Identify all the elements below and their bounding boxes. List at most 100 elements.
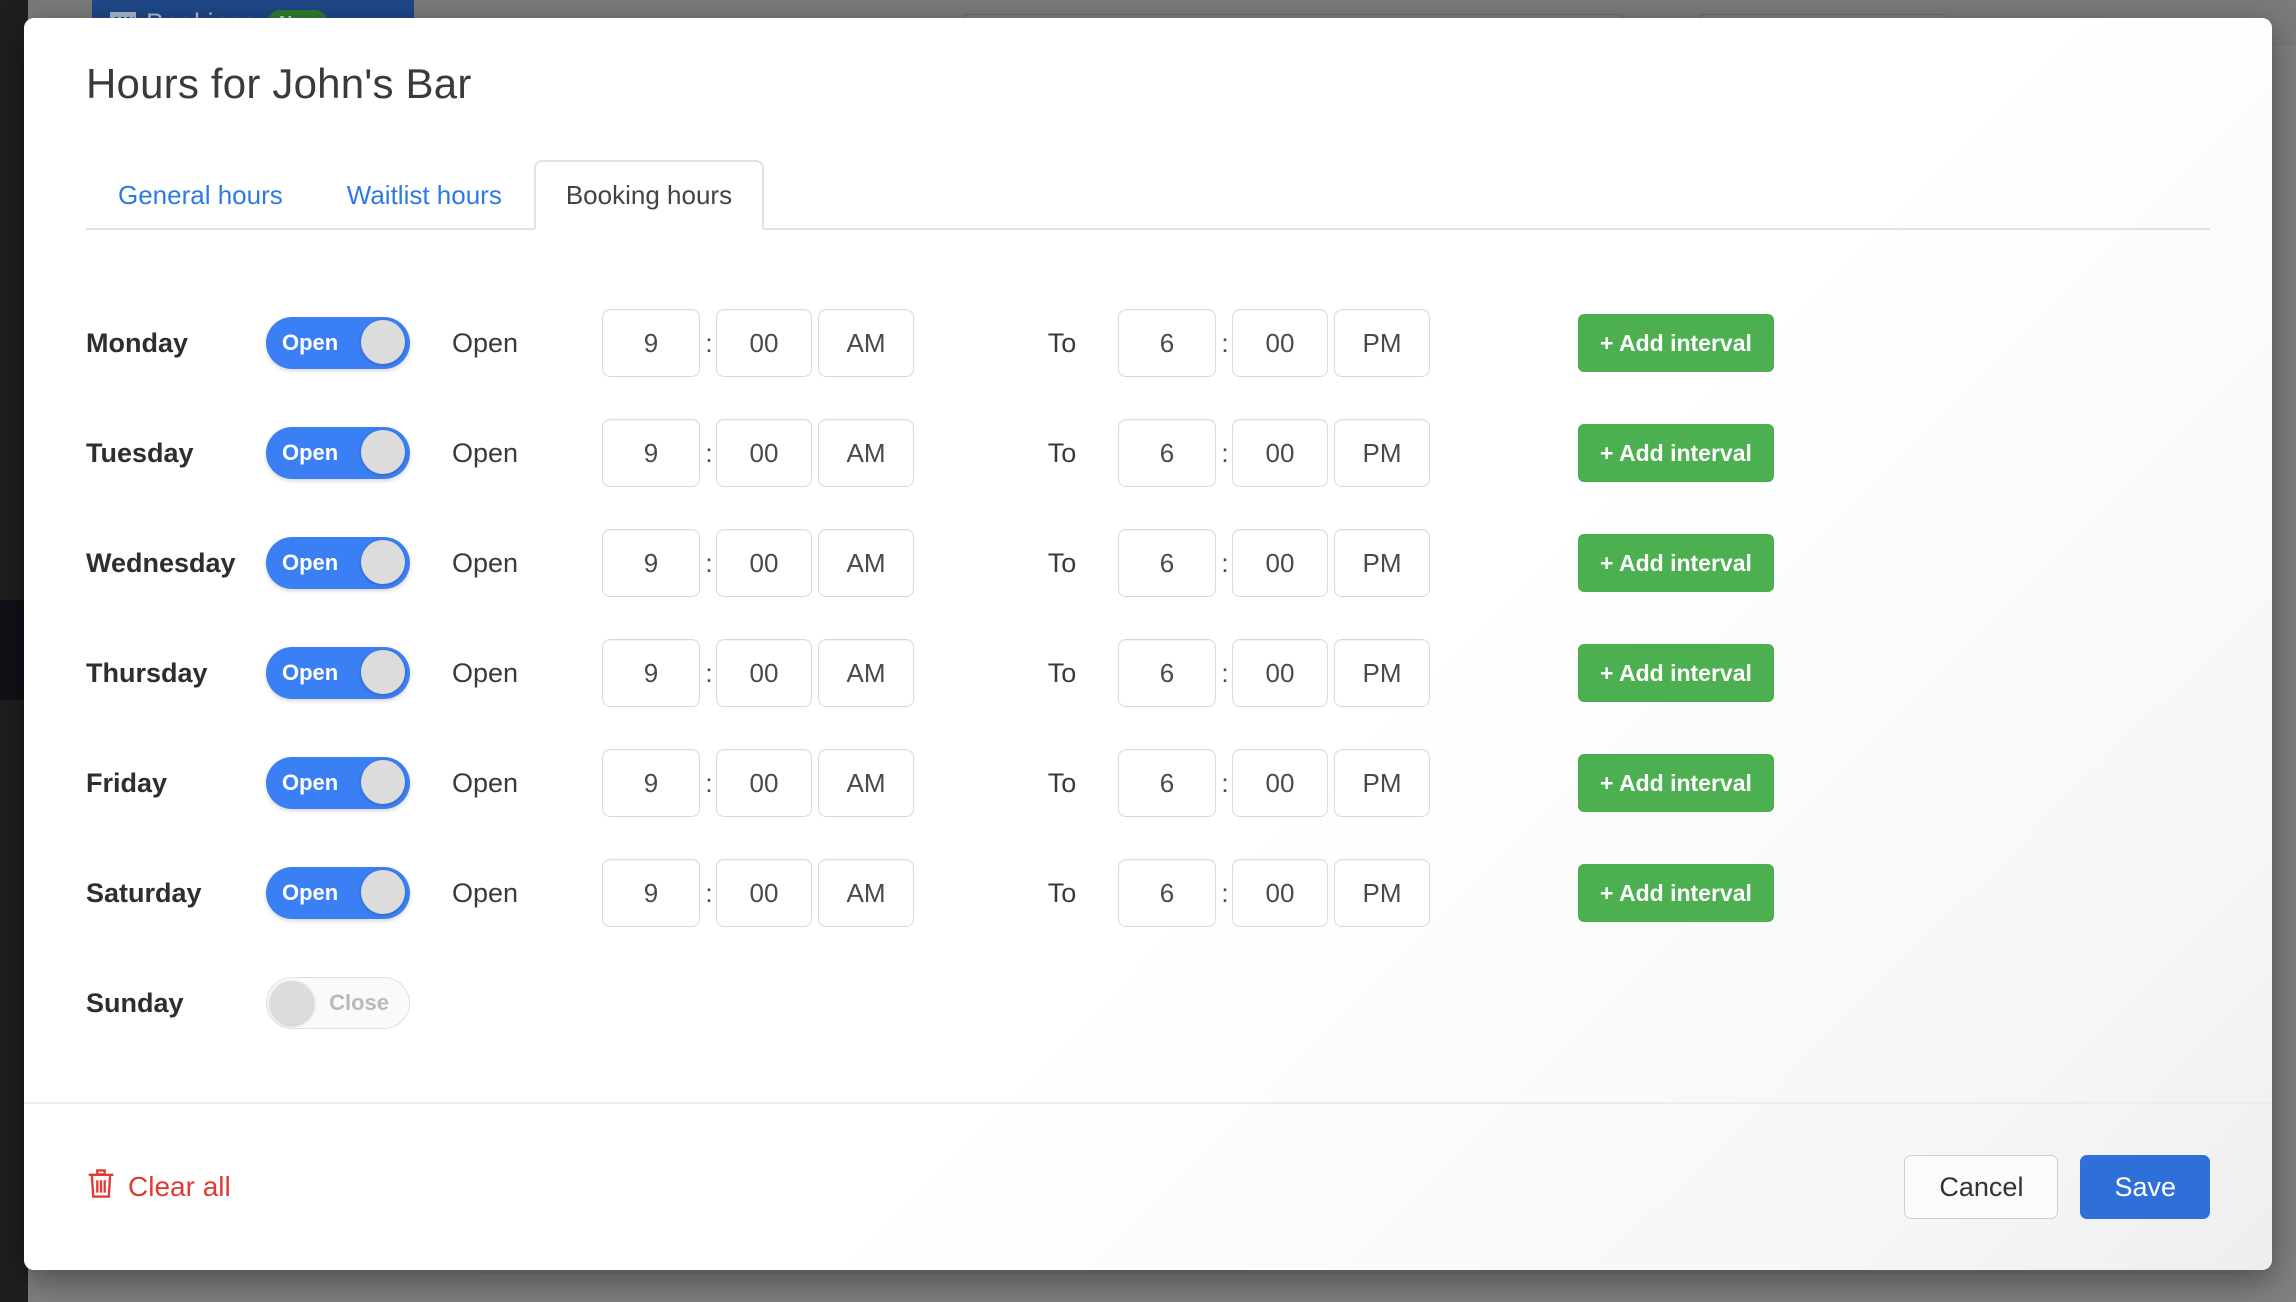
- open-meridiem-input[interactable]: AM: [818, 309, 914, 377]
- trash-icon: [86, 1168, 116, 1207]
- open-toggle-saturday[interactable]: Open: [266, 867, 410, 919]
- time-colon-separator: :: [705, 437, 713, 468]
- open-minute-input[interactable]: 00: [716, 309, 812, 377]
- add-interval-button[interactable]: + Add interval: [1578, 644, 1774, 702]
- open-hour-input[interactable]: 9: [602, 749, 700, 817]
- close-hour-input[interactable]: 6: [1118, 309, 1216, 377]
- hours-modal: Hours for John's Bar General hours Waitl…: [24, 18, 2272, 1270]
- add-interval-button[interactable]: + Add interval: [1578, 424, 1774, 482]
- add-interval-button[interactable]: + Add interval: [1578, 534, 1774, 592]
- open-toggle-sunday[interactable]: Close: [266, 977, 410, 1029]
- to-column-label: To: [1047, 657, 1077, 688]
- add-interval-button[interactable]: + Add interval: [1578, 314, 1774, 372]
- open-minute-input[interactable]: 00: [716, 639, 812, 707]
- toggle-state-label: Open: [282, 330, 339, 355]
- toggle-knob: [361, 320, 405, 364]
- open-column-label: Open: [452, 657, 519, 688]
- open-toggle-friday[interactable]: Open: [266, 757, 410, 809]
- close-hour-input[interactable]: 6: [1118, 859, 1216, 927]
- open-minute-input[interactable]: 00: [716, 529, 812, 597]
- close-meridiem-input[interactable]: PM: [1334, 529, 1430, 597]
- close-hour-input[interactable]: 6: [1118, 529, 1216, 597]
- day-row: Saturday Open Open 9:00 AM To 6:00 PM + Add inte…: [86, 838, 2210, 948]
- time-colon-separator: :: [705, 657, 713, 688]
- to-column-label: To: [1047, 877, 1077, 908]
- close-meridiem-input[interactable]: PM: [1334, 309, 1430, 377]
- hours-rows-container: Monday Open Open 9:00 AM To 6:00 PM + Add interv…: [24, 230, 2272, 1102]
- time-colon-separator: :: [705, 877, 713, 908]
- open-meridiem-input[interactable]: AM: [818, 749, 914, 817]
- open-column-label: Open: [452, 437, 519, 468]
- open-meridiem-input[interactable]: AM: [818, 529, 914, 597]
- toggle-state-label: Open: [282, 880, 339, 905]
- modal-header: Hours for John's Bar: [24, 18, 2272, 108]
- add-interval-button[interactable]: + Add interval: [1578, 864, 1774, 922]
- close-meridiem-input[interactable]: PM: [1334, 419, 1430, 487]
- day-label-tuesday: Tuesday: [86, 437, 194, 468]
- close-minute-input[interactable]: 00: [1232, 309, 1328, 377]
- day-label-wednesday: Wednesday: [86, 547, 236, 578]
- day-label-monday: Monday: [86, 327, 189, 358]
- open-column-label: Open: [452, 547, 519, 578]
- open-column-label: Open: [452, 877, 519, 908]
- close-minute-input[interactable]: 00: [1232, 419, 1328, 487]
- toggle-knob: [361, 430, 405, 474]
- tab-general-hours[interactable]: General hours: [86, 160, 315, 228]
- open-time-group: 9:00 AM: [602, 419, 914, 487]
- footer-actions: Cancel Save: [1904, 1155, 2210, 1219]
- toggle-state-label: Open: [282, 770, 339, 795]
- close-hour-input[interactable]: 6: [1118, 419, 1216, 487]
- toggle-knob: [361, 540, 405, 584]
- tab-bar: General hours Waitlist hours Booking hou…: [86, 154, 2210, 230]
- close-hour-input[interactable]: 6: [1118, 639, 1216, 707]
- open-toggle-tuesday[interactable]: Open: [266, 427, 410, 479]
- close-hour-input[interactable]: 6: [1118, 749, 1216, 817]
- open-hour-input[interactable]: 9: [602, 309, 700, 377]
- open-hour-input[interactable]: 9: [602, 639, 700, 707]
- close-time-group: 6:00 PM: [1118, 639, 1430, 707]
- day-row: Thursday Open Open 9:00 AM To 6:00 PM + Add inte…: [86, 618, 2210, 728]
- time-colon-separator: :: [1221, 327, 1229, 358]
- tab-waitlist-hours[interactable]: Waitlist hours: [315, 160, 534, 228]
- open-toggle-monday[interactable]: Open: [266, 317, 410, 369]
- open-meridiem-input[interactable]: AM: [818, 859, 914, 927]
- open-time-group: 9:00 AM: [602, 859, 914, 927]
- modal-footer: Clear all Cancel Save: [24, 1102, 2272, 1270]
- open-minute-input[interactable]: 00: [716, 749, 812, 817]
- open-toggle-thursday[interactable]: Open: [266, 647, 410, 699]
- open-hour-input[interactable]: 9: [602, 419, 700, 487]
- close-meridiem-input[interactable]: PM: [1334, 749, 1430, 817]
- time-colon-separator: :: [705, 547, 713, 578]
- close-minute-input[interactable]: 00: [1232, 859, 1328, 927]
- open-hour-input[interactable]: 9: [602, 529, 700, 597]
- open-time-group: 9:00 AM: [602, 309, 914, 377]
- open-hour-input[interactable]: 9: [602, 859, 700, 927]
- open-meridiem-input[interactable]: AM: [818, 639, 914, 707]
- page-title: Hours for John's Bar: [86, 60, 472, 107]
- close-time-group: 6:00 PM: [1118, 859, 1430, 927]
- open-toggle-wednesday[interactable]: Open: [266, 537, 410, 589]
- time-colon-separator: :: [1221, 437, 1229, 468]
- open-minute-input[interactable]: 00: [716, 419, 812, 487]
- time-colon-separator: :: [1221, 547, 1229, 578]
- close-minute-input[interactable]: 00: [1232, 529, 1328, 597]
- toggle-state-label: Open: [282, 550, 339, 575]
- add-interval-button[interactable]: + Add interval: [1578, 754, 1774, 812]
- close-minute-input[interactable]: 00: [1232, 639, 1328, 707]
- cancel-button[interactable]: Cancel: [1904, 1155, 2059, 1219]
- open-meridiem-input[interactable]: AM: [818, 419, 914, 487]
- day-label-saturday: Saturday: [86, 877, 202, 908]
- save-button[interactable]: Save: [2080, 1155, 2210, 1219]
- close-meridiem-input[interactable]: PM: [1334, 859, 1430, 927]
- day-row: Wednesday Open Open 9:00 AM To 6:00 PM + Add int…: [86, 508, 2210, 618]
- close-time-group: 6:00 PM: [1118, 529, 1430, 597]
- background-divider: [480, 1276, 2236, 1277]
- close-minute-input[interactable]: 00: [1232, 749, 1328, 817]
- tab-booking-hours[interactable]: Booking hours: [533, 160, 765, 230]
- toggle-knob: [361, 760, 405, 804]
- close-meridiem-input[interactable]: PM: [1334, 639, 1430, 707]
- clear-all-button[interactable]: Clear all: [86, 1168, 231, 1207]
- to-column-label: To: [1047, 437, 1077, 468]
- close-time-group: 6:00 PM: [1118, 749, 1430, 817]
- open-minute-input[interactable]: 00: [716, 859, 812, 927]
